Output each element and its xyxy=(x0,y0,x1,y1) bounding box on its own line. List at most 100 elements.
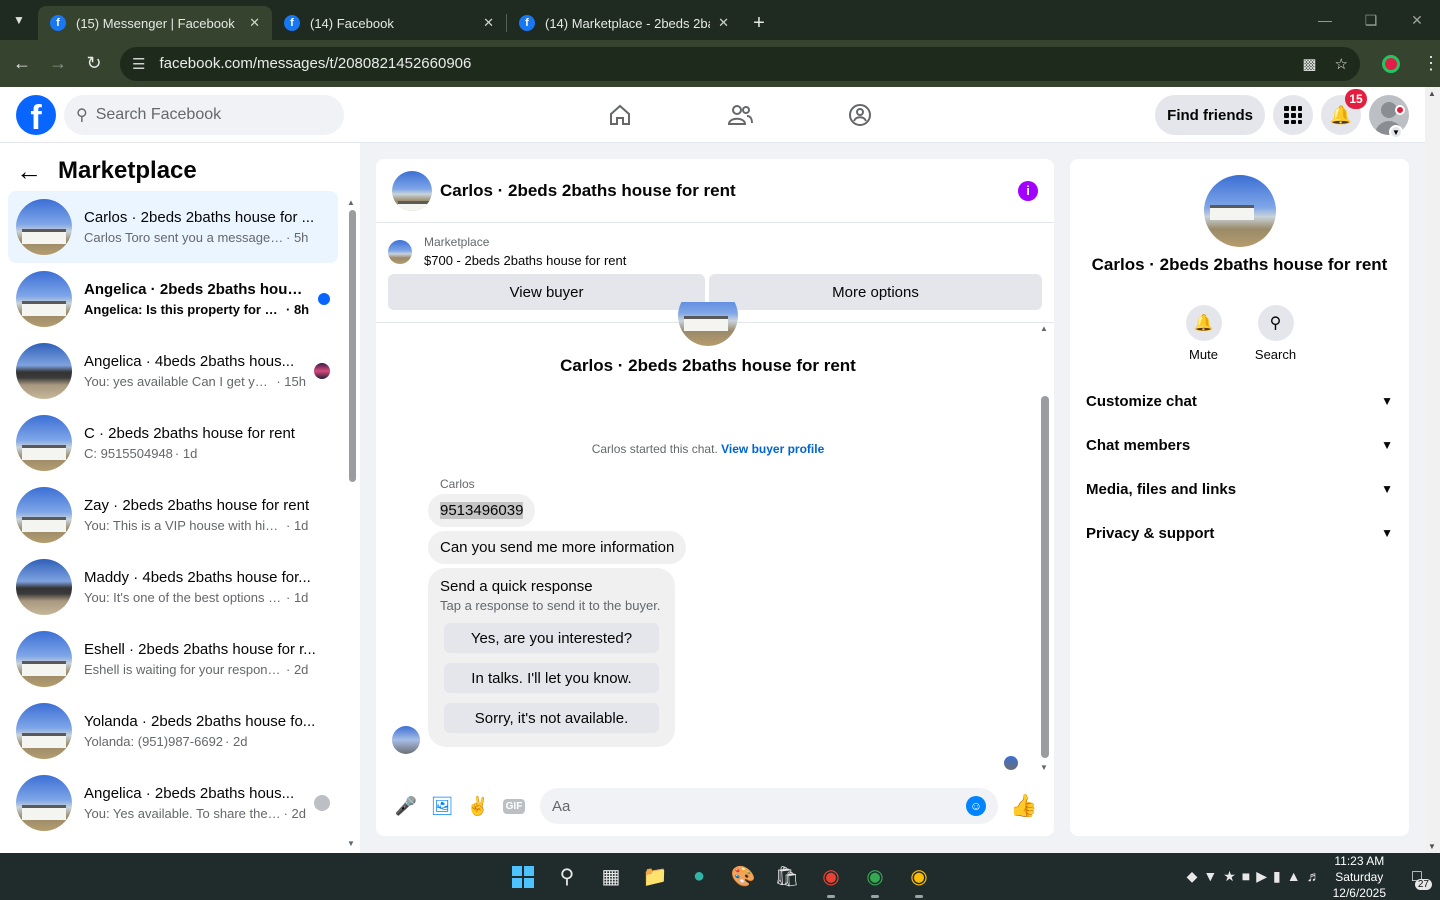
chat-members-section[interactable]: Chat members ▼ xyxy=(1078,423,1401,467)
conversation-item[interactable]: C · 2beds 2baths house for rent C: 951550… xyxy=(8,407,338,479)
groups-nav-icon[interactable] xyxy=(800,87,920,143)
tab-title: (15) Messenger | Facebook xyxy=(76,15,235,31)
message-bubble[interactable]: 9513496039 xyxy=(428,494,536,527)
conversation-item[interactable]: Yolanda · 2beds 2baths house fo... Yoland… xyxy=(8,695,338,767)
forward-arrow-icon[interactable]: → xyxy=(40,53,76,74)
conversation-item[interactable]: Carlos · 2beds 2baths house for ... Carlo… xyxy=(8,191,338,263)
scrollbar-thumb[interactable] xyxy=(349,210,356,482)
conversation-time: · 1d xyxy=(286,518,309,533)
tray-app-icon[interactable]: ▼ xyxy=(1203,868,1217,885)
site-settings-icon[interactable]: ☰ xyxy=(132,55,145,73)
browser-tab-facebook[interactable]: f (14) Facebook ✕ xyxy=(272,6,506,40)
browser-tab-messenger[interactable]: f (15) Messenger | Facebook ✕ xyxy=(38,6,272,40)
find-friends-button[interactable]: Find friends xyxy=(1155,95,1265,135)
conversation-item[interactable]: Angelica · 2beds 2baths hous... You: Yes … xyxy=(8,767,338,839)
search-input[interactable]: ⚲ Search Facebook xyxy=(64,94,344,135)
notifications-button[interactable]: 🔔 15 xyxy=(1321,89,1367,135)
scroll-down-icon[interactable]: ▼ xyxy=(347,839,355,848)
conversation-title[interactable]: Carlos · 2beds 2baths house for rent xyxy=(440,181,736,201)
conversation-item[interactable]: Maddy · 4beds 2baths house for... You: It… xyxy=(8,551,338,623)
listing-thumbnail[interactable] xyxy=(388,239,412,264)
restore-icon[interactable]: ❑ xyxy=(1348,12,1394,29)
account-menu[interactable]: ▼ xyxy=(1369,95,1409,139)
task-view-icon[interactable]: ▦ xyxy=(593,859,629,895)
quick-response-button[interactable]: In talks. I'll let you know. xyxy=(444,663,659,693)
scrollbar-thumb[interactable] xyxy=(1041,396,1049,758)
friends-nav-icon[interactable] xyxy=(680,87,800,143)
search-icon[interactable]: ⚲ xyxy=(549,859,585,895)
tray-app-icon[interactable]: ◆ xyxy=(1187,868,1198,885)
thread-scrollbar[interactable]: ▲ ▼ xyxy=(1040,322,1050,772)
notification-center-button[interactable]: □ 27 xyxy=(1402,862,1432,892)
url-text[interactable]: facebook.com/messages/t/2080821452660906 xyxy=(159,55,1302,72)
customize-chat-section[interactable]: Customize chat ▼ xyxy=(1078,379,1401,423)
install-app-icon[interactable]: ▩ xyxy=(1302,55,1316,73)
bookmark-star-icon[interactable]: ☆ xyxy=(1335,55,1348,73)
sender-avatar[interactable] xyxy=(392,726,420,754)
scroll-up-icon[interactable]: ▲ xyxy=(1040,324,1048,333)
menu-grid-button[interactable] xyxy=(1273,95,1313,135)
scroll-down-icon[interactable]: ▼ xyxy=(1040,763,1048,772)
wifi-icon[interactable]: ▲ xyxy=(1287,868,1301,885)
close-tab-icon[interactable]: ✕ xyxy=(718,15,729,31)
back-arrow-icon[interactable]: ← xyxy=(4,53,40,74)
quick-response-button[interactable]: Yes, are you interested? xyxy=(444,623,659,653)
gif-icon[interactable]: GIF xyxy=(496,788,532,824)
close-tab-icon[interactable]: ✕ xyxy=(249,15,260,31)
page-scrollbar[interactable]: ▲ ▼ xyxy=(1425,87,1440,853)
conversation-item[interactable]: Zay · 2beds 2baths house for rent You: Th… xyxy=(8,479,338,551)
chrome-profile-icon[interactable]: ◉ xyxy=(901,859,937,898)
file-explorer-icon[interactable]: 📁 xyxy=(637,859,673,895)
edge-icon[interactable]: ● xyxy=(681,859,717,895)
conversation-item[interactable]: Angelica · 2beds 2baths house... Angelica… xyxy=(8,263,338,335)
conversation-item[interactable]: Angelica · 4beds 2baths hous... You: yes … xyxy=(8,335,338,407)
mute-button[interactable]: 🔔 Mute xyxy=(1185,305,1222,362)
privacy-support-section[interactable]: Privacy & support ▼ xyxy=(1078,511,1401,555)
quick-response-button[interactable]: Sorry, it's not available. xyxy=(444,703,659,733)
message-bubble[interactable]: Can you send me more information xyxy=(428,531,687,564)
tab-search-chevron-icon[interactable]: ▼ xyxy=(0,0,38,40)
microphone-icon[interactable]: 🎤 xyxy=(388,788,424,824)
attach-image-icon[interactable]: 🖼 xyxy=(424,788,460,824)
listing-title[interactable]: $700 - 2beds 2baths house for rent xyxy=(424,253,626,268)
clock[interactable]: 11:23 AM Saturday 12/6/2025 xyxy=(1333,853,1386,900)
view-buyer-profile-link[interactable]: View buyer profile xyxy=(721,442,824,456)
minimize-icon[interactable]: — xyxy=(1302,12,1348,28)
start-icon[interactable] xyxy=(505,859,541,895)
sticker-icon[interactable]: ✌ xyxy=(460,788,496,824)
volume-icon[interactable]: ♬ xyxy=(1307,868,1321,885)
scroll-up-icon[interactable]: ▲ xyxy=(1428,89,1436,98)
emoji-icon[interactable]: ☺ xyxy=(966,796,986,816)
reload-icon[interactable]: ↻ xyxy=(76,53,112,74)
chrome-icon[interactable]: ◉ xyxy=(813,859,849,898)
new-tab-button[interactable]: + xyxy=(741,6,777,40)
listing-thumbnail[interactable] xyxy=(392,170,432,211)
info-icon[interactable]: i xyxy=(1018,180,1038,201)
tray-app-icon[interactable]: ■ xyxy=(1242,868,1250,885)
store-icon[interactable]: 🛍 xyxy=(769,859,805,895)
paint-icon[interactable]: 🎨 xyxy=(725,859,761,895)
scroll-down-icon[interactable]: ▼ xyxy=(1428,842,1436,851)
tray-app-icon[interactable]: ★ xyxy=(1223,868,1236,885)
thumbs-up-icon[interactable]: 👍 xyxy=(1006,793,1042,819)
message-input[interactable]: Aa ☺ xyxy=(540,788,998,824)
media-files-links-section[interactable]: Media, files and links ▼ xyxy=(1078,467,1401,511)
browser-menu-icon[interactable]: ⋮ xyxy=(1422,53,1440,74)
scroll-up-icon[interactable]: ▲ xyxy=(347,198,355,207)
battery-icon[interactable]: ▮ xyxy=(1273,868,1281,885)
chat-list-scrollbar[interactable]: ▲ ▼ xyxy=(347,198,357,848)
chrome-profile-icon[interactable]: ◉ xyxy=(857,859,893,898)
close-tab-icon[interactable]: ✕ xyxy=(483,15,494,31)
address-bar[interactable]: ☰ facebook.com/messages/t/20808214526609… xyxy=(120,46,1360,81)
extension-icon[interactable] xyxy=(1382,54,1400,73)
tray-app-icon[interactable]: ▶ xyxy=(1256,868,1267,885)
search-conversation-button[interactable]: ⚲ Search xyxy=(1255,305,1296,362)
close-window-icon[interactable]: ✕ xyxy=(1394,12,1440,29)
back-arrow-icon[interactable]: ← xyxy=(16,156,42,187)
facebook-logo[interactable]: f xyxy=(16,94,56,135)
conversation-item[interactable]: Eshell · 2beds 2baths house for r... Eshe… xyxy=(8,623,338,695)
more-options-button[interactable]: More options xyxy=(709,274,1042,310)
home-nav-icon[interactable] xyxy=(560,87,680,143)
view-buyer-button[interactable]: View buyer xyxy=(388,274,705,310)
browser-tab-marketplace[interactable]: f (14) Marketplace - 2beds 2baths ✕ xyxy=(507,6,741,40)
